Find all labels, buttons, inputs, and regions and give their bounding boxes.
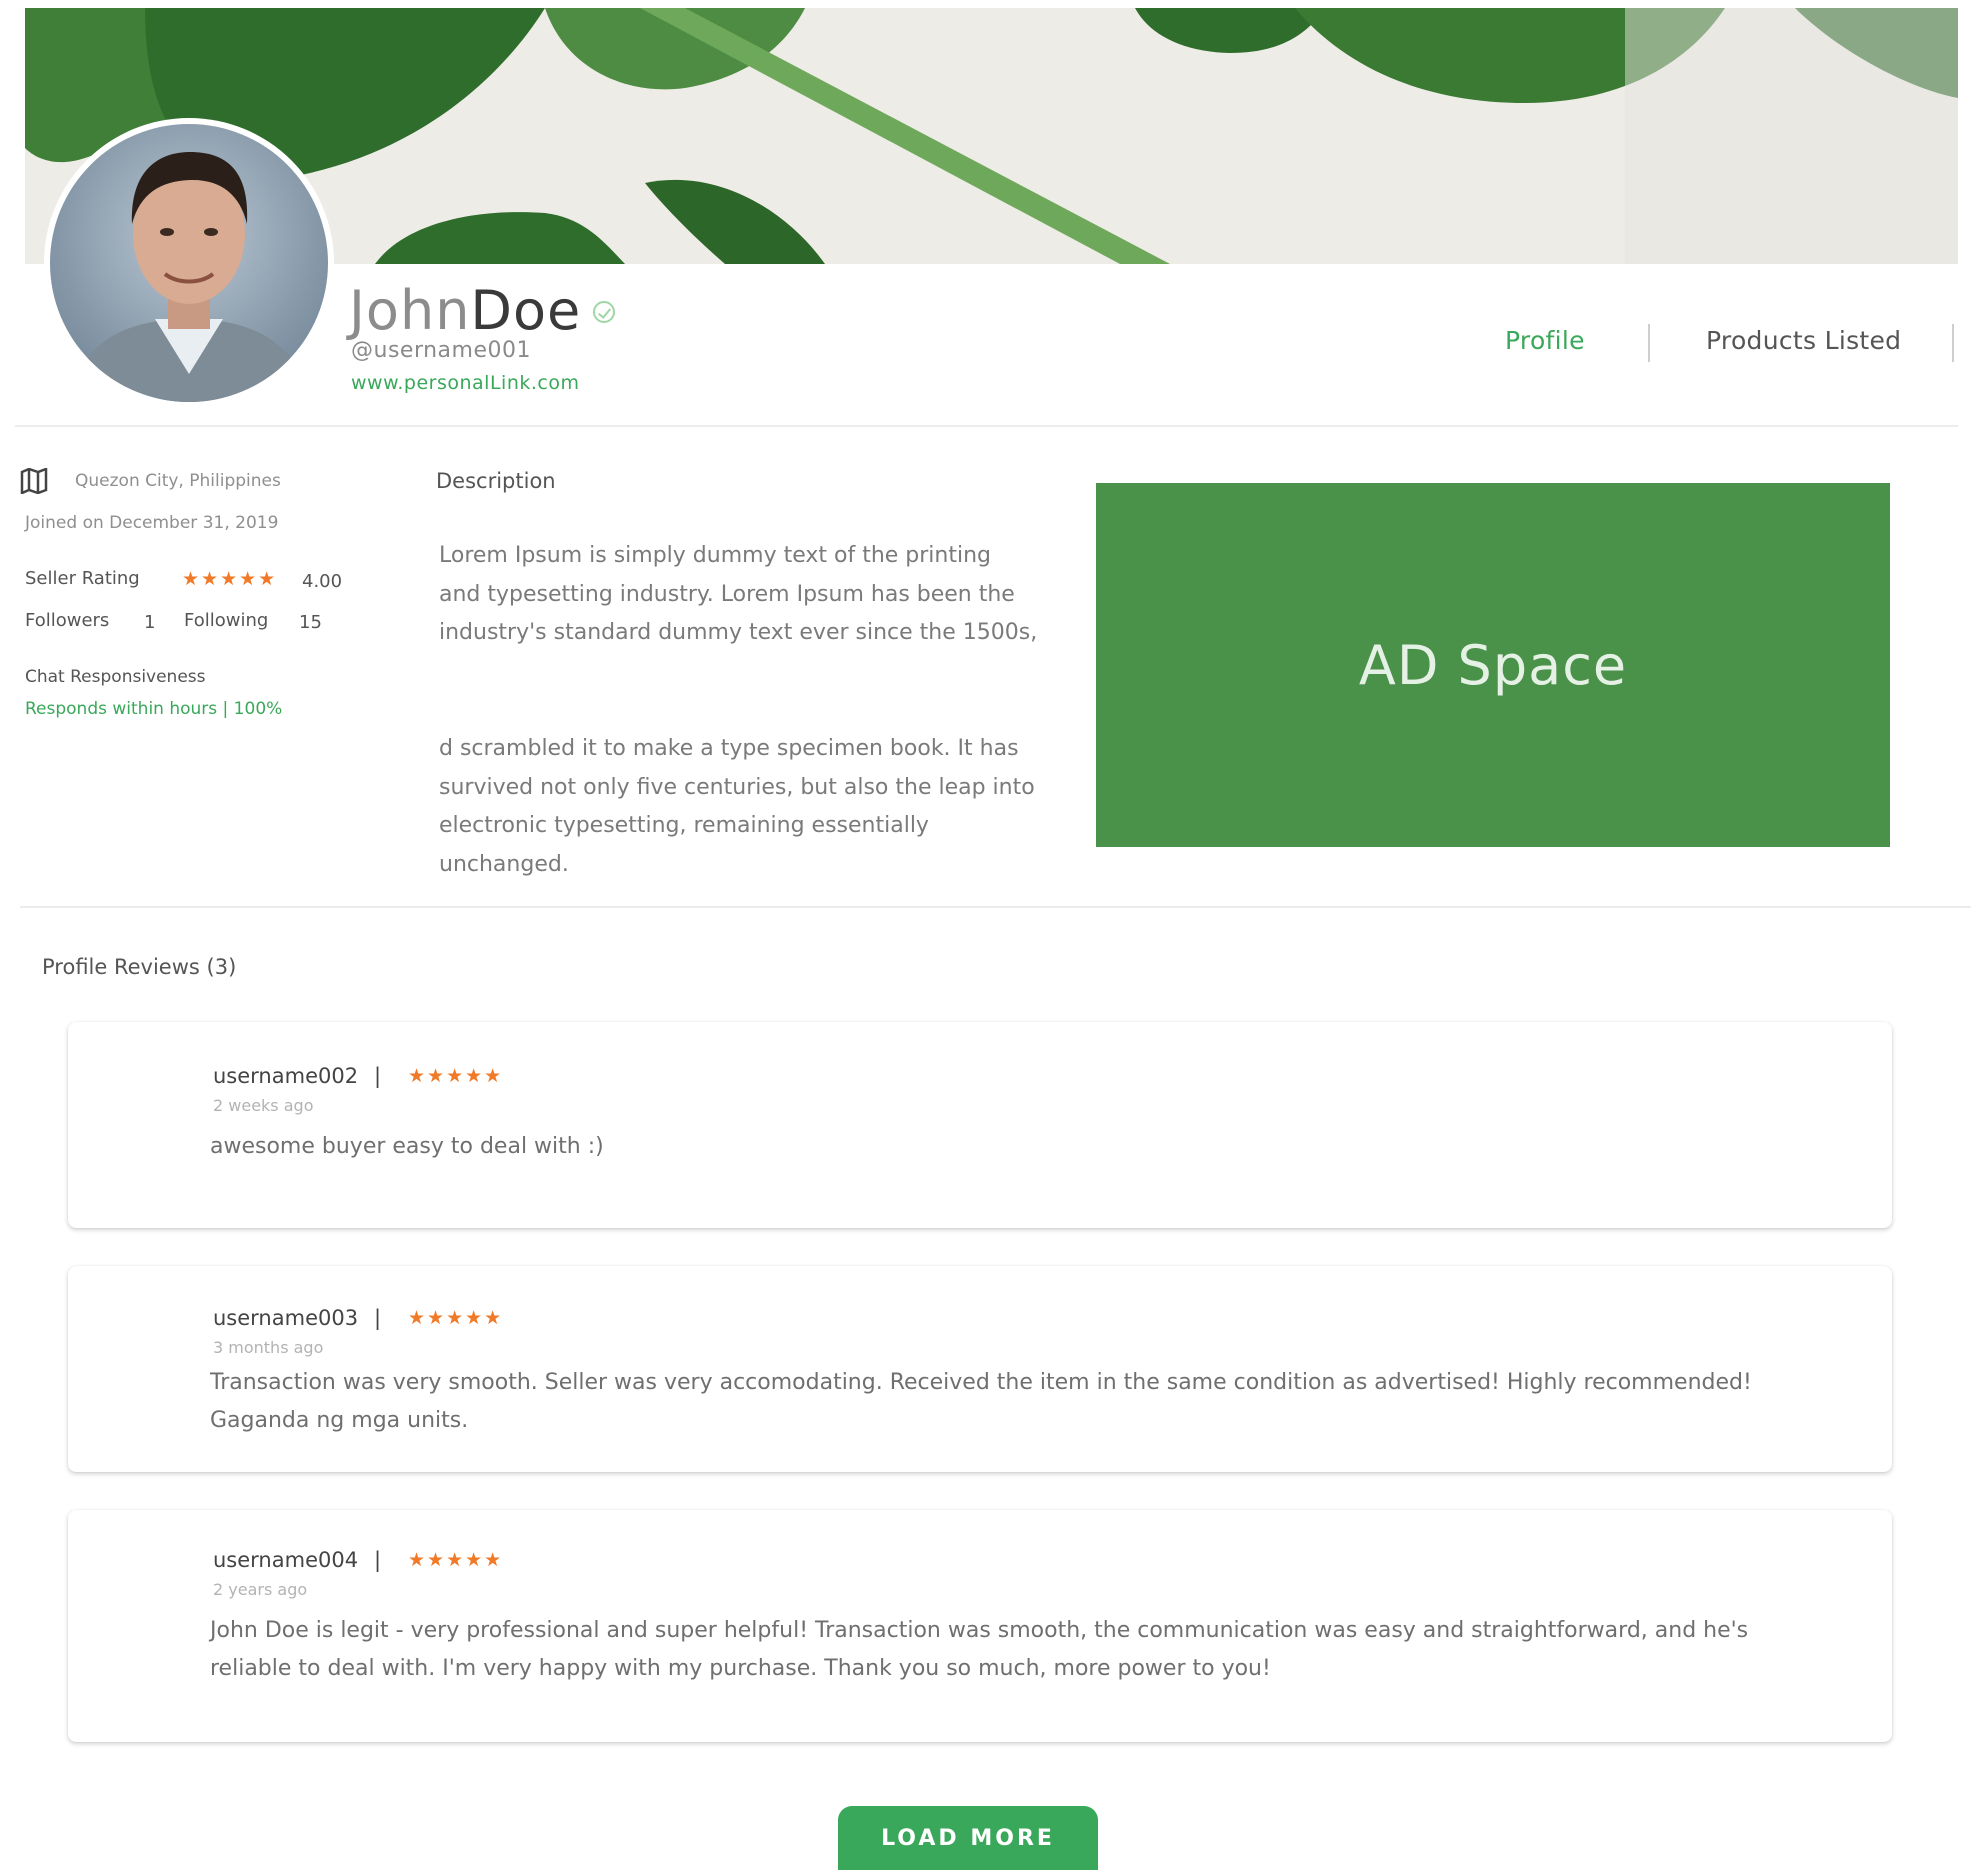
review-separator: | bbox=[374, 1064, 382, 1088]
seller-rating-value: 4.00 bbox=[302, 571, 343, 592]
load-more-button[interactable]: LOAD MORE bbox=[838, 1806, 1098, 1870]
personal-website-link[interactable]: www.personalLink.com bbox=[351, 372, 580, 394]
review-card: username004 | ★★★★★ 2 years ago John Doe… bbox=[68, 1510, 1892, 1742]
following-label[interactable]: Following bbox=[184, 610, 268, 631]
joined-date: Joined on December 31, 2019 bbox=[25, 513, 279, 533]
seller-rating-label: Seller Rating bbox=[25, 568, 140, 589]
ad-space[interactable]: AD Space bbox=[1096, 483, 1890, 847]
first-name: John bbox=[349, 279, 471, 342]
review-card: username002 | ★★★★★ 2 weeks ago awesome … bbox=[68, 1022, 1892, 1228]
followers-count: 1 bbox=[144, 612, 156, 633]
description-paragraph-1: Lorem Ipsum is simply dummy text of the … bbox=[439, 543, 1038, 645]
tab-products-listed[interactable]: Products Listed bbox=[1706, 326, 1901, 355]
review-text: awesome buyer easy to deal with :) bbox=[210, 1134, 604, 1159]
tab-divider bbox=[1648, 324, 1650, 362]
tab-profile[interactable]: Profile bbox=[1505, 326, 1585, 355]
header-divider bbox=[15, 425, 1958, 427]
map-icon bbox=[20, 468, 48, 494]
review-username[interactable]: username004 bbox=[213, 1548, 358, 1572]
review-time: 3 months ago bbox=[213, 1338, 324, 1357]
location: Quezon City, Philippines bbox=[75, 471, 281, 491]
description-paragraph-2: d scrambled it to make a type specimen b… bbox=[439, 736, 1035, 877]
followers-label[interactable]: Followers bbox=[25, 610, 109, 631]
review-stars: ★★★★★ bbox=[408, 1549, 504, 1571]
review-text: John Doe is legit - very professional an… bbox=[210, 1618, 1749, 1681]
review-stars: ★★★★★ bbox=[408, 1065, 504, 1087]
last-name: Doe bbox=[470, 279, 582, 342]
review-username[interactable]: username002 bbox=[213, 1064, 358, 1088]
review-username[interactable]: username003 bbox=[213, 1306, 358, 1330]
avatar bbox=[44, 118, 334, 408]
tab-divider bbox=[1952, 324, 1954, 362]
profile-reviews-title: Profile Reviews (3) bbox=[42, 955, 237, 979]
review-separator: | bbox=[374, 1306, 382, 1330]
description-title: Description bbox=[436, 469, 556, 493]
profile-name: JohnDoe bbox=[349, 279, 616, 343]
chat-responsiveness-label: Chat Responsiveness bbox=[25, 667, 206, 687]
seller-rating-stars: ★★★★★ bbox=[182, 568, 278, 590]
review-time: 2 years ago bbox=[213, 1580, 308, 1599]
review-card: username003 | ★★★★★ 3 months ago Transac… bbox=[68, 1266, 1892, 1472]
chat-responsiveness-value: Responds within hours | 100% bbox=[25, 699, 283, 719]
review-separator: | bbox=[374, 1548, 382, 1572]
section-divider bbox=[20, 906, 1971, 908]
review-stars: ★★★★★ bbox=[408, 1307, 504, 1329]
review-text: Transaction was very smooth. Seller was … bbox=[210, 1370, 1752, 1433]
following-count: 15 bbox=[299, 612, 322, 633]
user-photo bbox=[50, 124, 328, 402]
review-time: 2 weeks ago bbox=[213, 1096, 314, 1115]
username: @username001 bbox=[351, 338, 531, 363]
ad-space-label: AD Space bbox=[1358, 633, 1628, 697]
check-circle-icon bbox=[593, 301, 616, 323]
